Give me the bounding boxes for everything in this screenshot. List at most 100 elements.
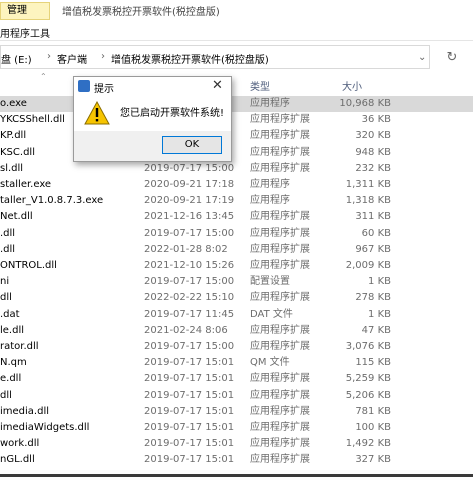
- file-name: nGL.dll: [0, 454, 35, 466]
- breadcrumb-client[interactable]: 客户端: [57, 51, 87, 66]
- file-type: QM 文件: [250, 357, 290, 369]
- file-type: 应用程序扩展: [250, 292, 310, 304]
- file-type: 配置设置: [250, 276, 290, 288]
- file-row[interactable]: staller.exe 2020-09-21 17:18 应用程序 1,311 KB: [0, 177, 473, 193]
- file-name: e.dll: [0, 373, 22, 385]
- file-size: 1,318 KB: [345, 195, 391, 207]
- dialog-title: 提示: [94, 84, 114, 95]
- file-name: ONTROL.dll: [0, 260, 57, 271]
- file-row[interactable]: taller_V1.0.8.7.3.exe 2020-09-21 17:19 应用程…: [0, 193, 473, 209]
- ok-button[interactable]: OK: [162, 136, 222, 154]
- file-name: work.dll: [0, 438, 40, 450]
- file-type: 应用程序: [250, 179, 290, 190]
- chevron-down-icon[interactable]: ⌄: [418, 52, 426, 63]
- file-row[interactable]: o.exe 应用程序 10,968 KB: [0, 96, 473, 112]
- file-row[interactable]: imedia.dll 2019-07-17 15:01 应用程序扩展 781 KB: [0, 404, 473, 420]
- message-dialog: 提示 ✕ 您已启动开票软件系统! OK: [73, 76, 232, 162]
- file-row[interactable]: rator.dll 2019-07-17 15:00 应用程序扩展 3,076 KB: [0, 339, 473, 355]
- refresh-icon[interactable]: ↻: [437, 48, 467, 68]
- file-row[interactable]: KP.dll 应用程序扩展 320 KB: [0, 128, 473, 144]
- file-row[interactable]: sl.dll 2019-07-17 15:00 应用程序扩展 232 KB: [0, 161, 473, 177]
- file-name: taller_V1.0.8.7.3.exe: [0, 195, 104, 207]
- breadcrumb-folder[interactable]: 增值税发票税控开票软件(税控盘版): [111, 51, 269, 66]
- file-name: imediaWidgets.dll: [0, 422, 90, 433]
- column-size[interactable]: 大小: [342, 78, 362, 93]
- file-row[interactable]: KSC.dll 应用程序扩展 948 KB: [0, 145, 473, 161]
- file-row[interactable]: le.dll 2021-02-24 8:06 应用程序扩展 47 KB: [0, 323, 473, 339]
- file-name: .dll: [0, 227, 16, 239]
- file-size: 327 KB: [355, 454, 391, 466]
- ribbon-tab-app-tools[interactable]: 用程序工具: [0, 25, 50, 40]
- file-size: 36 KB: [361, 114, 391, 126]
- file-size: 115 KB: [355, 357, 391, 369]
- close-icon[interactable]: ✕: [212, 78, 223, 93]
- file-date: 2019-07-17 15:00: [144, 162, 235, 174]
- file-name: ni: [0, 276, 10, 288]
- file-type: 应用程序扩展: [250, 260, 310, 271]
- file-type: 应用程序扩展: [250, 324, 310, 336]
- file-size: 47 KB: [361, 324, 391, 336]
- sort-ascending-icon: ⌃: [40, 72, 47, 81]
- file-date: 2019-07-17 15:01: [144, 454, 235, 466]
- file-row[interactable]: .dll 2022-01-28 8:02 应用程序扩展 967 KB: [0, 242, 473, 258]
- file-type: 应用程序扩展: [250, 438, 310, 450]
- file-type: 应用程序扩展: [250, 341, 310, 352]
- file-size: 1 KB: [368, 276, 391, 288]
- column-type[interactable]: 类型: [250, 78, 270, 93]
- breadcrumb-separator-icon: ›: [101, 51, 105, 62]
- window-title: 增值税发票税控开票软件(税控盘版): [62, 7, 220, 18]
- file-name: YKCSShell.dll: [0, 114, 65, 126]
- file-row[interactable]: .dll 2019-07-17 15:00 应用程序扩展 60 KB: [0, 226, 473, 242]
- file-row[interactable]: work.dll 2019-07-17 15:01 应用程序扩展 1,492 KB: [0, 436, 473, 452]
- file-size: 5,206 KB: [345, 389, 391, 401]
- file-date: 2019-07-17 15:01: [144, 373, 235, 385]
- dialog-footer: OK: [74, 131, 231, 161]
- file-row[interactable]: e.dll 2019-07-17 15:01 应用程序扩展 5,259 KB: [0, 371, 473, 387]
- file-row[interactable]: YKCSShell.dll 应用程序扩展 36 KB: [0, 112, 473, 128]
- file-date: 2022-01-28 8:02: [144, 243, 228, 255]
- file-size: 311 KB: [355, 211, 391, 223]
- file-row[interactable]: nGL.dll 2019-07-17 15:01 应用程序扩展 327 KB: [0, 452, 473, 468]
- dialog-title-bar: 提示 ✕: [74, 77, 231, 95]
- file-date: 2022-02-22 15:10: [144, 292, 235, 304]
- dialog-body: 您已启动开票软件系统!: [74, 95, 231, 131]
- file-name: imedia.dll: [0, 405, 50, 417]
- file-date: 2021-02-24 8:06: [144, 324, 228, 336]
- file-name: .dat: [0, 308, 20, 320]
- file-size: 1,311 KB: [345, 179, 391, 190]
- title-bar: 管理 增值税发票税控开票软件(税控盘版): [0, 0, 473, 20]
- file-name: staller.exe: [0, 179, 52, 190]
- file-row[interactable]: ni 2019-07-17 15:00 配置设置 1 KB: [0, 274, 473, 290]
- file-date: 2019-07-17 15:01: [144, 405, 235, 417]
- app-icon: [78, 80, 90, 92]
- file-size: 100 KB: [355, 422, 391, 433]
- file-size: 232 KB: [355, 162, 391, 174]
- file-name: Net.dll: [0, 211, 33, 223]
- file-row[interactable]: N.qm 2019-07-17 15:01 QM 文件 115 KB: [0, 355, 473, 371]
- file-type: 应用程序扩展: [250, 146, 310, 158]
- breadcrumb-drive[interactable]: 盘 (E:): [1, 51, 32, 66]
- file-name: KP.dll: [0, 130, 27, 142]
- file-date: 2019-07-17 15:01: [144, 357, 235, 369]
- file-date: 2019-07-17 15:01: [144, 438, 235, 450]
- file-name: dll: [0, 292, 12, 304]
- column-header: ⌃ 类型 大小: [0, 72, 473, 94]
- file-type: 应用程序扩展: [250, 114, 310, 126]
- file-name: dll: [0, 389, 12, 401]
- file-date: 2019-07-17 15:00: [144, 341, 235, 352]
- file-name: rator.dll: [0, 341, 39, 352]
- file-row[interactable]: dll 2019-07-17 15:01 应用程序扩展 5,206 KB: [0, 388, 473, 404]
- file-name: le.dll: [0, 324, 25, 336]
- address-bar[interactable]: 盘 (E:) › 客户端 › 增值税发票税控开票软件(税控盘版) ⌄: [0, 45, 430, 69]
- file-row[interactable]: dll 2022-02-22 15:10 应用程序扩展 278 KB: [0, 290, 473, 306]
- file-row[interactable]: Net.dll 2021-12-16 13:45 应用程序扩展 311 KB: [0, 209, 473, 225]
- file-size: 948 KB: [355, 146, 391, 158]
- manage-tab[interactable]: 管理: [0, 2, 50, 20]
- file-row[interactable]: .dat 2019-07-17 11:45 DAT 文件 1 KB: [0, 307, 473, 323]
- file-row[interactable]: ONTROL.dll 2021-12-10 15:26 应用程序扩展 2,009 KB: [0, 258, 473, 274]
- file-type: 应用程序扩展: [250, 227, 310, 239]
- file-row[interactable]: imediaWidgets.dll 2019-07-17 15:01 应用程序扩展 1…: [0, 420, 473, 436]
- file-size: 10,968 KB: [339, 98, 391, 109]
- file-date: 2020-09-21 17:19: [144, 195, 235, 207]
- file-type: DAT 文件: [250, 308, 293, 320]
